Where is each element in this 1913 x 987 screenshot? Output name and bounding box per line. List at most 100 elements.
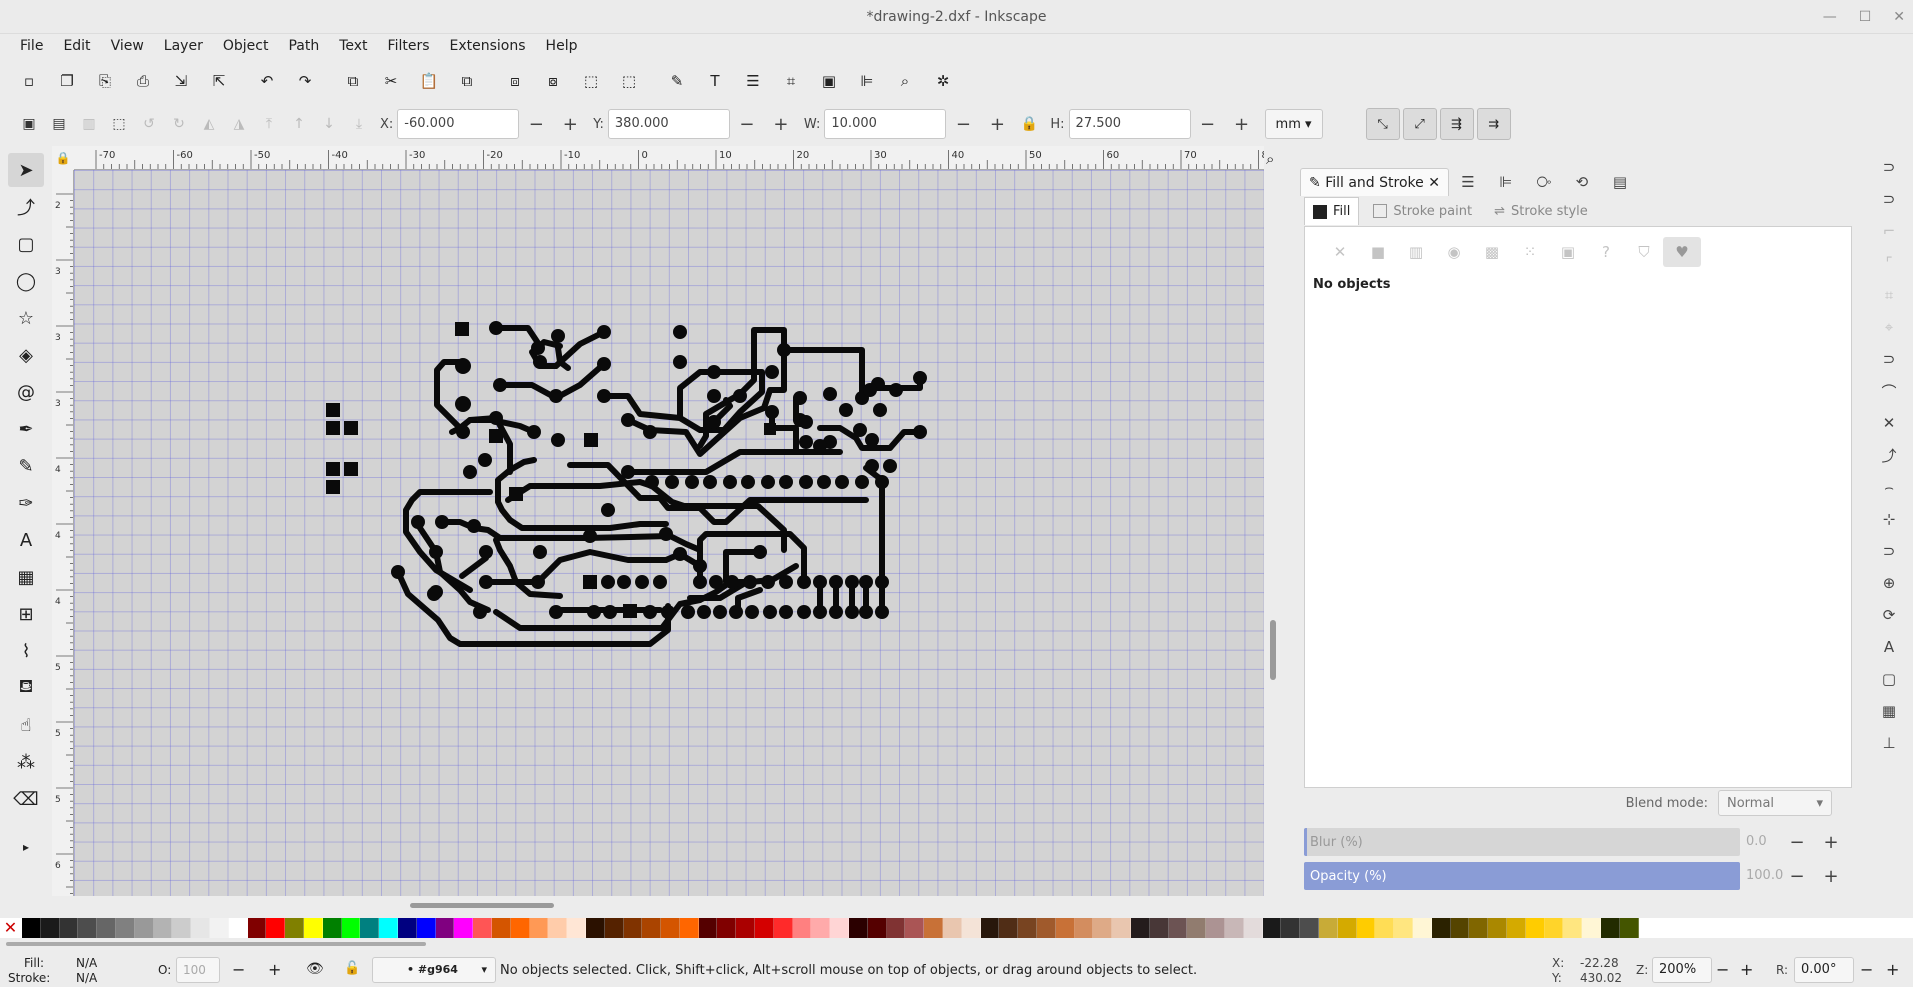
flat-color-icon[interactable]: ■: [1359, 237, 1397, 267]
palette-swatch[interactable]: [1544, 918, 1564, 938]
fill-rule-nonzero-icon[interactable]: ♥: [1663, 237, 1701, 267]
palette-swatch[interactable]: [792, 918, 812, 938]
palette-swatch[interactable]: [924, 918, 944, 938]
palette-swatch[interactable]: [1243, 918, 1263, 938]
vertical-ruler[interactable]: 2 3 3 3 4 4 4 5 5 5 6: [52, 170, 74, 896]
new-document-icon[interactable]: ▫: [14, 66, 44, 96]
palette-swatch[interactable]: [1582, 918, 1601, 938]
snap-toggle-icon[interactable]: ⊃: [1874, 152, 1904, 182]
palette-swatch[interactable]: [97, 918, 116, 938]
palette-swatch[interactable]: [961, 918, 981, 938]
copy-icon[interactable]: ⧉: [338, 66, 368, 96]
subtab-fill[interactable]: Fill: [1304, 197, 1360, 225]
rotate-minus-button[interactable]: −: [1860, 960, 1873, 979]
snap-text-baseline-icon[interactable]: A: [1874, 632, 1904, 662]
no-paint-icon[interactable]: ✕: [1321, 237, 1359, 267]
palette-swatch[interactable]: [1300, 918, 1319, 938]
preferences-icon[interactable]: ✲: [928, 66, 958, 96]
snap-bbox-corner-icon[interactable]: ⌜: [1874, 248, 1904, 278]
blur-minus-button[interactable]: −: [1780, 832, 1814, 853]
horizontal-ruler[interactable]: -70 -60 -50 -40 -30 -20 -10 0 10 20 30 40 50 60 70 80: [74, 146, 1264, 170]
w-minus-button[interactable]: −: [946, 109, 980, 139]
save-document-icon[interactable]: ⎘: [90, 66, 120, 96]
radial-gradient-icon[interactable]: ◉: [1435, 237, 1473, 267]
palette-swatch[interactable]: [1131, 918, 1150, 938]
fill-rule-evenodd-icon[interactable]: ⛉: [1625, 237, 1663, 267]
lower-bottom-icon[interactable]: ⤓: [344, 109, 374, 139]
open-document-icon[interactable]: ❐: [52, 66, 82, 96]
palette-swatch[interactable]: [172, 918, 192, 938]
palette-scrollbar[interactable]: [6, 942, 426, 946]
palette-swatch[interactable]: [755, 918, 774, 938]
dropper-tool-icon[interactable]: ⌇: [8, 634, 44, 668]
palette-swatch[interactable]: [40, 918, 60, 938]
lower-icon[interactable]: ↓: [314, 109, 344, 139]
palette-swatch[interactable]: [1431, 918, 1451, 938]
palette-swatch[interactable]: [322, 918, 342, 938]
palette-swatch[interactable]: [1600, 918, 1620, 938]
palette-swatch[interactable]: [1318, 918, 1338, 938]
select-same-icon[interactable]: ▥: [74, 109, 104, 139]
snap-intersection-icon[interactable]: ✕: [1874, 408, 1904, 438]
zoom-correction-icon[interactable]: ⌕: [1266, 150, 1274, 168]
opacity-plus-button[interactable]: +: [268, 960, 281, 979]
current-layer-select[interactable]: • #g964 ▾: [372, 957, 496, 983]
palette-swatch[interactable]: [1450, 918, 1470, 938]
palette-swatch[interactable]: [1356, 918, 1376, 938]
palette-swatch[interactable]: [1281, 918, 1301, 938]
palette-swatch[interactable]: [341, 918, 361, 938]
palette-swatch[interactable]: [22, 918, 41, 938]
snap-page-border-icon[interactable]: ▢: [1874, 664, 1904, 694]
palette-swatch[interactable]: [1506, 918, 1526, 938]
palette-swatch[interactable]: [416, 918, 436, 938]
flip-vertical-icon[interactable]: ◮: [224, 109, 254, 139]
palette-swatch[interactable]: [435, 918, 455, 938]
palette-swatch[interactable]: [134, 918, 154, 938]
menu-help[interactable]: Help: [536, 38, 588, 54]
blur-slider[interactable]: Blur (%): [1304, 828, 1740, 856]
palette-swatch[interactable]: [1619, 918, 1639, 938]
y-plus-button[interactable]: +: [764, 109, 798, 139]
rectangle-tool-icon[interactable]: ▢: [8, 227, 44, 261]
eye-icon[interactable]: 👁: [306, 961, 324, 977]
xml-editor-icon[interactable]: ⌗: [776, 66, 806, 96]
palette-swatch[interactable]: [698, 918, 718, 938]
palette-swatch[interactable]: [1563, 918, 1583, 938]
tab-layers-icon[interactable]: ☰: [1449, 173, 1487, 191]
opacity-input[interactable]: 100: [176, 957, 220, 983]
palette-swatch[interactable]: [1337, 918, 1357, 938]
unlink-clone-icon[interactable]: ⧇: [538, 66, 568, 96]
fill-indicator[interactable]: N/A: [76, 956, 97, 970]
raise-top-icon[interactable]: ⤒: [254, 109, 284, 139]
palette-swatch[interactable]: [830, 918, 850, 938]
group-icon[interactable]: ⬚: [576, 66, 606, 96]
snap-others-icon[interactable]: ⊃: [1874, 536, 1904, 566]
palette-swatch[interactable]: [529, 918, 549, 938]
zoom-minus-button[interactable]: −: [1716, 960, 1729, 979]
horizontal-scrollbar[interactable]: [410, 903, 554, 908]
zoom-plus-button[interactable]: +: [1740, 960, 1753, 979]
rotate-input[interactable]: 0.00°: [1794, 957, 1854, 983]
move-gradients-toggle[interactable]: ⇶: [1439, 108, 1474, 140]
palette-swatch[interactable]: [849, 918, 868, 938]
snap-bbox-edge-icon[interactable]: ⌐: [1874, 216, 1904, 246]
eraser-tool-icon[interactable]: ⌫: [8, 782, 44, 816]
palette-swatch[interactable]: [604, 918, 624, 938]
selector-tool-icon[interactable]: ➤: [8, 153, 44, 187]
menu-view[interactable]: View: [101, 38, 154, 54]
snap-path-icon[interactable]: ⌒: [1874, 376, 1904, 406]
opacity-minus-button[interactable]: −: [232, 960, 245, 979]
menu-text[interactable]: Text: [329, 38, 377, 54]
palette-swatch[interactable]: [454, 918, 474, 938]
palette-swatch[interactable]: [811, 918, 831, 938]
palette-swatch[interactable]: [736, 918, 756, 938]
swatch-icon[interactable]: ▣: [1549, 237, 1587, 267]
layer-lock-icon[interactable]: 🔓: [344, 961, 360, 976]
mesh-gradient-icon[interactable]: ▩: [1473, 237, 1511, 267]
palette-swatch[interactable]: [247, 918, 267, 938]
no-color-swatch[interactable]: ✕: [0, 918, 22, 938]
x-plus-button[interactable]: +: [553, 109, 587, 139]
maximize-icon[interactable]: ☐: [1859, 0, 1872, 34]
box3d-tool-icon[interactable]: ◈: [8, 338, 44, 372]
pcb-drawing[interactable]: [74, 170, 1264, 896]
